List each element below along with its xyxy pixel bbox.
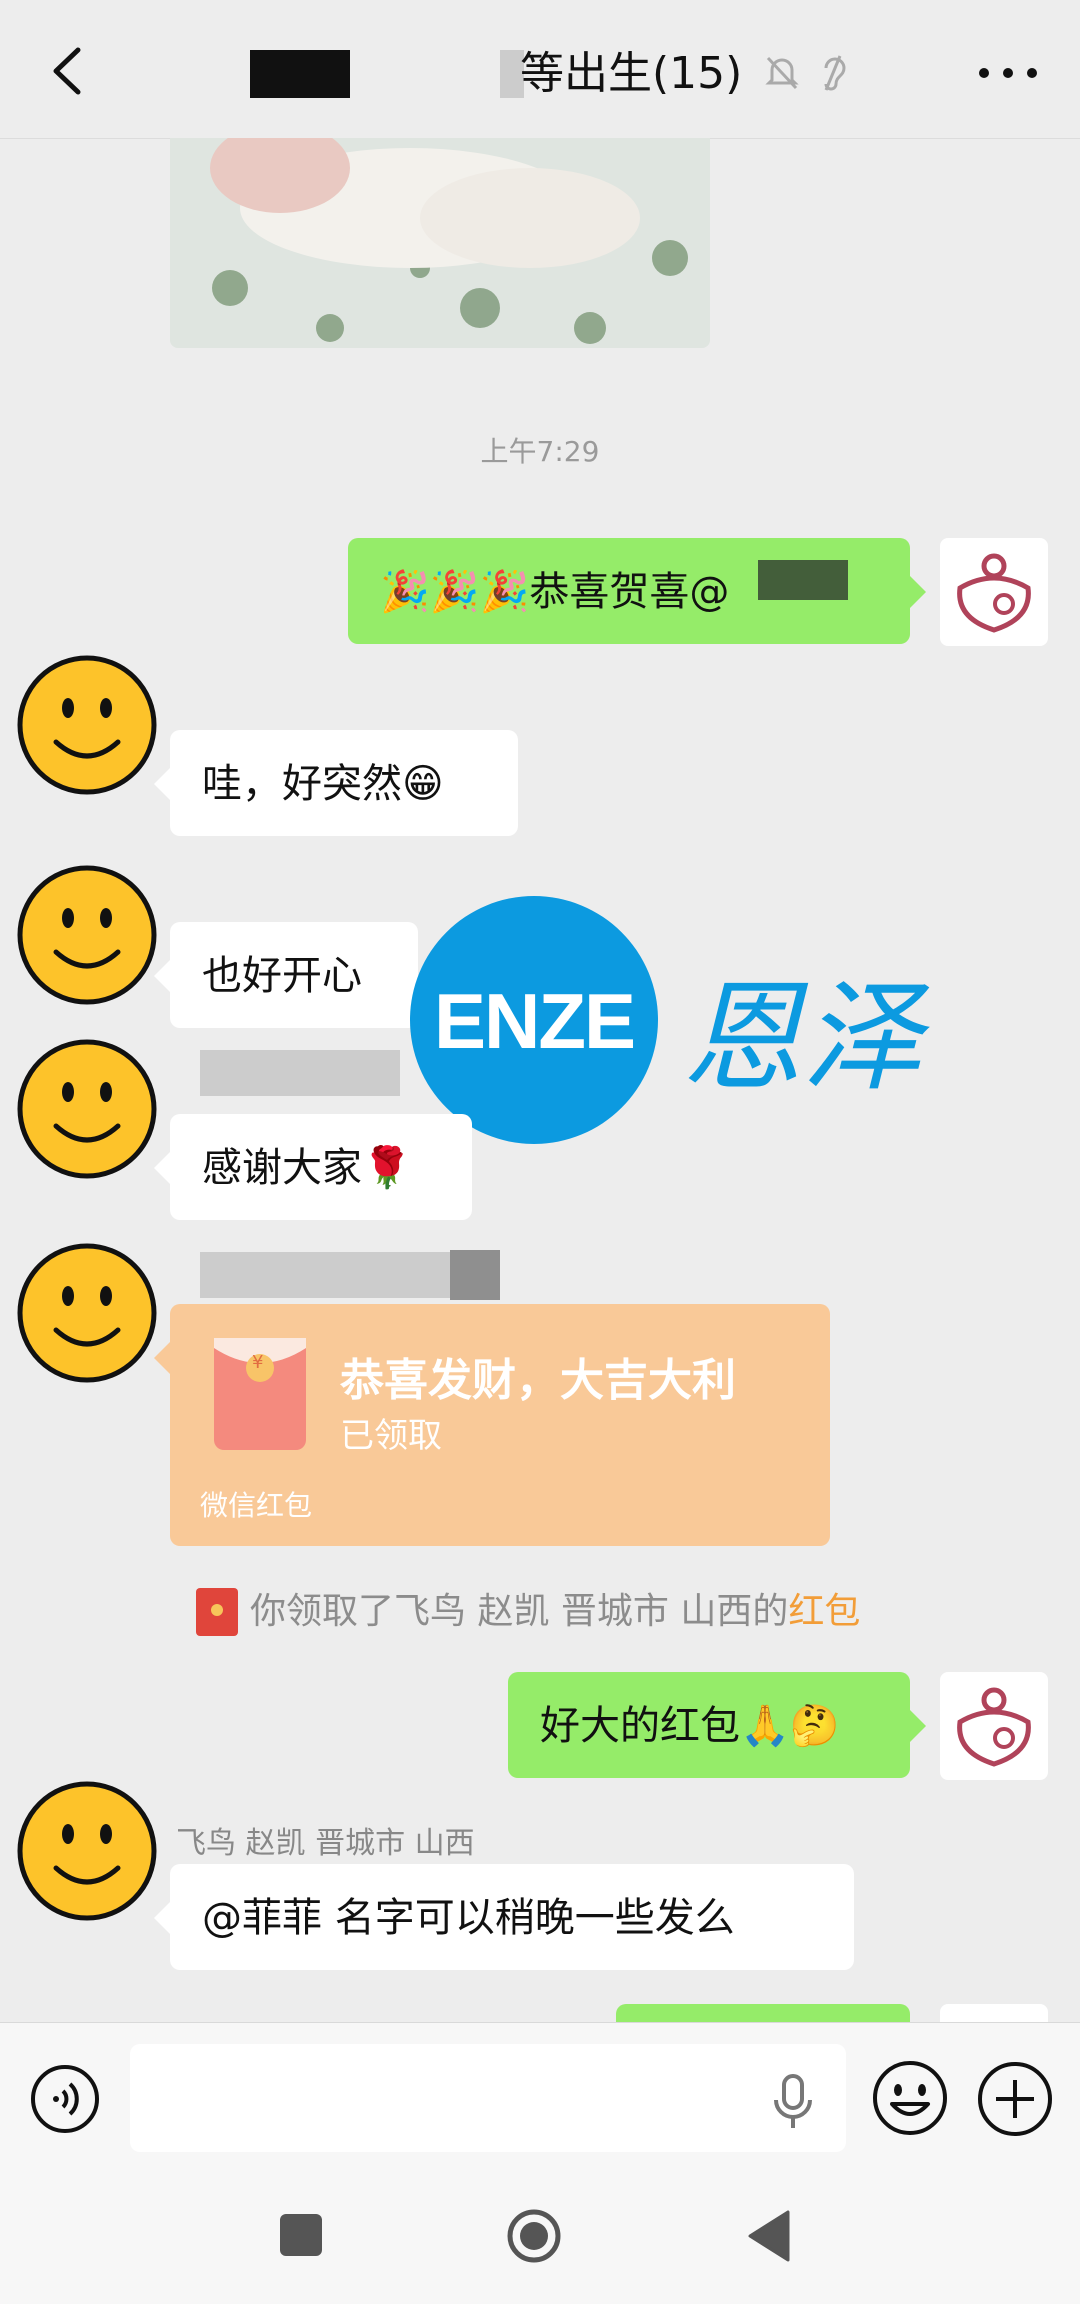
watermark-latin: ENZE bbox=[433, 977, 636, 1065]
avatar-smiley[interactable] bbox=[16, 654, 158, 796]
microphone-icon bbox=[774, 2074, 812, 2128]
back-nav-button[interactable] bbox=[748, 2210, 790, 2262]
mother-baby-logo-icon bbox=[957, 553, 1031, 633]
emoji-button[interactable] bbox=[870, 2058, 950, 2138]
back-button[interactable] bbox=[34, 36, 104, 106]
sender-redaction bbox=[200, 1050, 400, 1096]
home-icon bbox=[507, 2209, 561, 2263]
mention-redaction bbox=[758, 560, 848, 600]
message-bubble[interactable]: @菲菲 名字可以稍晚一些发么 bbox=[154, 1864, 854, 1970]
mute-bell-icon bbox=[760, 50, 804, 94]
timestamp: 上午7:29 bbox=[480, 435, 600, 468]
avatar-smiley[interactable] bbox=[16, 864, 158, 1006]
home-button[interactable] bbox=[506, 2208, 562, 2264]
message-text: 好大的红包🙏🤔 bbox=[540, 1703, 840, 1749]
avatar-smiley[interactable] bbox=[16, 1780, 158, 1922]
message-text: @菲菲 名字可以稍晚一些发么 bbox=[202, 1895, 735, 1941]
photo-message[interactable] bbox=[170, 138, 710, 348]
message-text: 也好开心 bbox=[202, 953, 362, 999]
emoji-icon bbox=[873, 2061, 947, 2135]
message-bubble[interactable]: 哇，好突然😁 bbox=[154, 730, 518, 836]
message-text: 哇，好突然😁 bbox=[202, 761, 444, 807]
chat-title[interactable]: 等出生(15) bbox=[520, 44, 742, 104]
red-packet-small-icon bbox=[196, 1588, 238, 1636]
plus-icon bbox=[978, 2062, 1052, 2136]
red-packet-footer: 微信红包 bbox=[200, 1489, 313, 1522]
back-icon bbox=[53, 47, 81, 95]
avatar-self[interactable] bbox=[940, 538, 1048, 646]
message-bubble[interactable]: 感谢大家🌹 bbox=[154, 1114, 472, 1220]
voice-icon bbox=[31, 2065, 99, 2133]
voice-toggle-button[interactable] bbox=[30, 2064, 100, 2134]
red-packet-title: 恭喜发财，大吉大利 bbox=[340, 1355, 736, 1406]
watermark-chinese: 恩泽 bbox=[682, 969, 922, 1108]
sender-redaction-dark bbox=[450, 1250, 500, 1300]
mic-button[interactable] bbox=[770, 2072, 816, 2132]
message-bubble-self[interactable]: 好大的红包🙏🤔 bbox=[508, 1672, 926, 1778]
system-notice-link[interactable]: 红包 bbox=[788, 1591, 860, 1632]
triangle-back-icon bbox=[748, 2210, 790, 2262]
message-text: 🎉🎉🎉恭喜贺喜@ bbox=[380, 569, 730, 615]
avatar-self-partial[interactable] bbox=[940, 2004, 1048, 2022]
sender-name: 飞鸟 赵凯 晋城市 山西 bbox=[176, 1826, 475, 1861]
message-bubble[interactable]: 也好开心 bbox=[154, 922, 418, 1028]
title-redaction bbox=[250, 50, 350, 98]
ear-icon bbox=[812, 50, 856, 94]
mother-baby-logo-icon bbox=[957, 1687, 1031, 1767]
avatar-self[interactable] bbox=[940, 1672, 1048, 1780]
more-functions-button[interactable] bbox=[976, 2060, 1054, 2138]
red-packet-status: 已领取 bbox=[340, 1416, 442, 1456]
currency-symbol: ¥ bbox=[252, 1352, 264, 1373]
avatar-smiley[interactable] bbox=[16, 1242, 158, 1384]
system-notice: 你领取了飞鸟 赵凯 晋城市 山西的红包 bbox=[250, 1582, 860, 1634]
message-bubble-self-partial[interactable] bbox=[616, 2004, 910, 2022]
recent-apps-button[interactable] bbox=[280, 2214, 322, 2256]
red-packet-card[interactable]: ¥ 恭喜发财，大吉大利 已领取 微信红包 bbox=[154, 1304, 830, 1546]
message-text: 感谢大家🌹 bbox=[202, 1145, 412, 1191]
more-button[interactable] bbox=[968, 48, 1048, 98]
message-input[interactable] bbox=[130, 2044, 846, 2152]
more-icon bbox=[979, 68, 1037, 78]
system-notice-text: 你领取了飞鸟 赵凯 晋城市 山西的 bbox=[250, 1591, 789, 1632]
avatar-smiley[interactable] bbox=[16, 1038, 158, 1180]
